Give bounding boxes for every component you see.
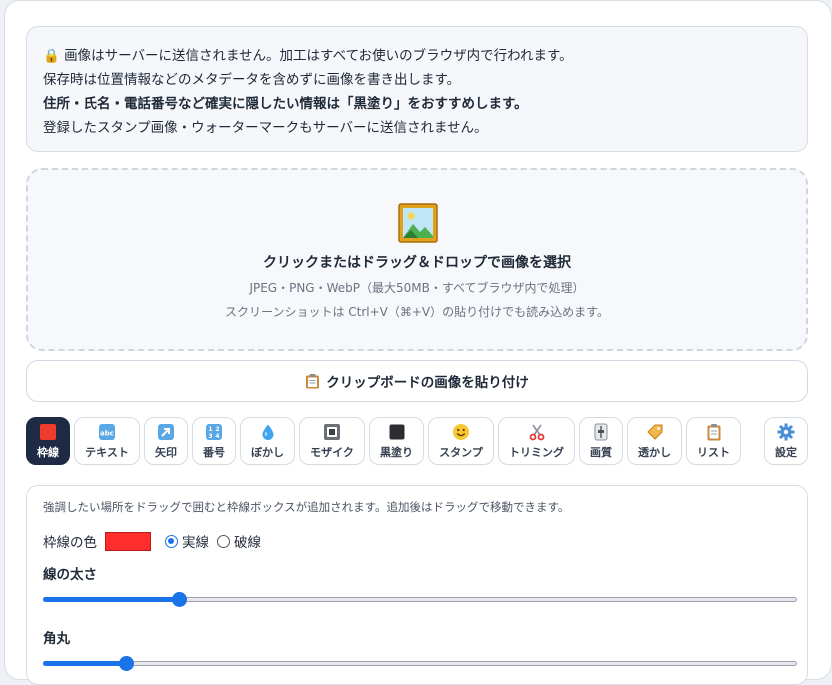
tool-stamp-button[interactable]: スタンプ [428,417,494,465]
gear-icon [777,423,795,440]
frame-color-picker[interactable] [105,531,151,551]
tool-number-button[interactable]: 1234 番号 [192,417,236,465]
smiley-icon [453,423,469,440]
corner-radius-slider-track [43,661,797,666]
slider-control-icon [594,423,608,440]
settings-button[interactable]: 設定 [764,417,808,465]
paste-button-label: クリップボードの画像を貼り付け [326,375,529,391]
tool-trim-label: トリミング [509,445,564,459]
solid-line-label: 実線 [182,535,209,551]
corner-radius-slider-fill [43,661,126,666]
frame-settings-panel: 強調したい場所をドラッグで囲むと枠線ボックスが追加されます。追加後はドラッグで移… [26,485,808,685]
square-button-icon [324,423,340,440]
clipboard-list-icon [707,423,720,440]
numbers-1234-icon: 1 23 4 [206,423,222,440]
solid-line-radio[interactable] [165,534,178,548]
thickness-slider-fill [43,597,179,602]
arrow-up-right-icon [158,423,174,440]
tool-quality-label: 画質 [590,445,612,459]
dropzone-formats: JPEG・PNG・WebP（最大50MB・すべてブラウザ内で処理） [249,281,585,295]
paste-clipboard-button[interactable]: クリップボードの画像を貼り付け [26,360,808,402]
svg-text:4: 4 [215,433,219,440]
corner-radius-slider[interactable] [43,655,797,671]
thickness-slider-thumb[interactable] [171,592,187,607]
tool-list-label: リスト [697,445,730,459]
droplet-icon [262,424,273,440]
corner-radius-label: 角丸 [43,631,70,647]
red-square-icon [40,423,56,440]
tool-stamp-label: スタンプ [439,445,483,459]
tool-number-label: 番号 [203,445,225,459]
tool-list-button[interactable]: リスト [686,417,741,465]
tool-blackout-label: 黒塗り [380,445,413,459]
tag-icon [646,424,662,440]
notice-line-2: 保存時は位置情報などのメタデータを含めずに画像を書き出します。 [43,72,461,88]
clipboard-icon [306,374,320,389]
settings-label: 設定 [775,445,797,459]
privacy-notice: 🔒 画像はサーバーに送信されません。加工はすべてお使いのブラウザ内で行われます。… [26,26,808,152]
tool-text-label: テキスト [85,445,129,459]
tool-arrow-label: 矢印 [155,445,177,459]
abc-icon: abc [99,423,115,440]
tool-text-button[interactable]: abc テキスト [74,417,140,465]
tool-quality-button[interactable]: 画質 [579,417,623,465]
notice-line-1: 🔒 画像はサーバーに送信されません。加工はすべてお使いのブラウザ内で行われます。 [43,48,573,64]
notice-line-3: 住所・氏名・電話番号など確実に隠したい情報は「黒塗り」をおすすめします。 [43,96,528,112]
tool-arrow-button[interactable]: 矢印 [144,417,188,465]
svg-text:2: 2 [215,426,219,433]
tool-frame-button[interactable]: 枠線 [26,417,70,465]
tool-watermark-label: 透かし [638,445,671,459]
framed-picture-icon [398,203,438,243]
frame-color-label: 枠線の色 [43,535,97,551]
scissors-icon [529,424,544,440]
tool-frame-label: 枠線 [37,445,59,459]
tool-mosaic-button[interactable]: モザイク [299,417,365,465]
tool-watermark-button[interactable]: 透かし [627,417,682,465]
svg-text:1: 1 [208,426,212,433]
frame-color-row: 枠線の色 実線 破線 [43,530,269,552]
black-square-icon [389,424,404,439]
svg-text:abc: abc [100,429,114,437]
dashed-line-label: 破線 [234,535,261,551]
thickness-slider[interactable] [43,591,797,607]
tool-trim-button[interactable]: トリミング [498,417,575,465]
notice-line-4: 登録したスタンプ画像・ウォーターマークもサーバーに送信されません。 [43,120,488,136]
tool-blackout-button[interactable]: 黒塗り [369,417,424,465]
panel-description: 強調したい場所をドラッグで囲むと枠線ボックスが追加されます。追加後はドラッグで移… [43,500,570,514]
dropzone-title: クリックまたはドラッグ＆ドロップで画像を選択 [263,255,571,271]
thickness-label: 線の太さ [43,567,97,583]
dashed-line-radio[interactable] [217,534,230,548]
image-dropzone[interactable]: クリックまたはドラッグ＆ドロップで画像を選択 JPEG・PNG・WebP（最大5… [26,168,808,351]
tool-toolbar: 枠線 abc テキスト 矢印 1234 番号 ぼかし モザイク 黒塗り スタンプ [26,417,808,465]
svg-text:3: 3 [208,433,212,440]
editor-page: 🔒 画像はサーバーに送信されません。加工はすべてお使いのブラウザ内で行われます。… [4,0,832,685]
tool-mosaic-label: モザイク [310,445,354,459]
corner-radius-slider-thumb[interactable] [118,656,134,671]
tool-blur-label: ぼかし [251,445,284,459]
dropzone-hint: スクリーンショットは Ctrl+V（⌘+V）の貼り付けでも読み込めます。 [225,305,609,319]
tool-blur-button[interactable]: ぼかし [240,417,295,465]
